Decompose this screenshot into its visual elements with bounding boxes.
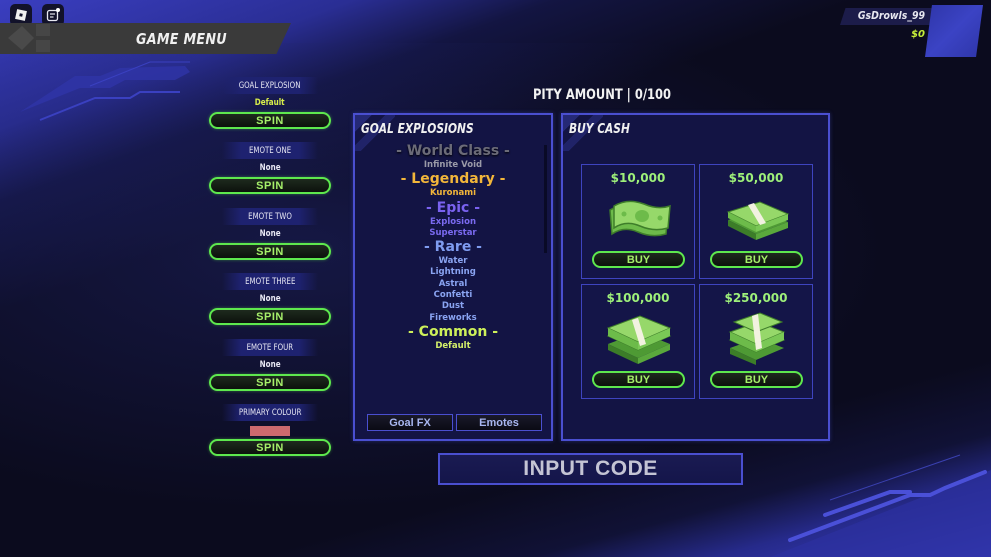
cash-offer: $50,000 BUY xyxy=(699,164,813,279)
cash-offer: $100,000 BUY xyxy=(581,284,695,399)
slot-value-text: Default xyxy=(255,97,285,108)
rarity-tier-heading: - Epic - xyxy=(425,199,481,216)
slot-value: None xyxy=(208,356,332,373)
panel-title: BUY CASH xyxy=(569,122,630,137)
slot-label: EMOTE ONE xyxy=(248,145,292,156)
buy-cash-panel: BUY CASH $10,000 BUY $50,000 BUY $100,00… xyxy=(561,113,830,441)
cash-pile-icon xyxy=(728,312,786,365)
avatar[interactable] xyxy=(925,5,983,57)
goal-explosion-item[interactable]: Infinite Void xyxy=(355,160,551,171)
goal-explosion-item[interactable]: Astral xyxy=(355,279,551,290)
game-menu-title: GAME MENU xyxy=(136,30,227,48)
goal-explosion-item[interactable]: Water xyxy=(355,256,551,267)
user-cash: $0 xyxy=(911,29,925,40)
spin-button[interactable]: SPIN xyxy=(209,112,331,129)
cash-stack-icon xyxy=(726,201,790,240)
slot-value-text: None xyxy=(259,359,281,370)
panel-title: GOAL EXPLOSIONS xyxy=(361,122,474,137)
buy-button[interactable]: BUY xyxy=(710,371,803,388)
cash-offer: $10,000 BUY xyxy=(581,164,695,279)
rarity-tier-heading: - World Class - xyxy=(396,143,510,159)
pity-amount: PITY AMOUNT | 0/100 xyxy=(533,87,671,103)
cash-price: $250,000 xyxy=(724,291,788,305)
goal-explosion-item[interactable]: Fireworks xyxy=(355,313,551,324)
slot-primary-colour: PRIMARY COLOUR SPIN xyxy=(208,404,332,456)
slot-label: EMOTE TWO xyxy=(248,211,292,222)
cash-price: $100,000 xyxy=(606,291,670,305)
goal-explosions-panel: GOAL EXPLOSIONS - World Class - Infinite … xyxy=(353,113,553,441)
slot-value-text: None xyxy=(259,162,281,173)
spin-button[interactable]: SPIN xyxy=(209,374,331,391)
goal-explosion-item[interactable]: Default xyxy=(355,341,551,352)
slot-emote-four: EMOTE FOUR None SPIN xyxy=(208,339,332,391)
decor-circuit-bottom-right xyxy=(770,454,991,557)
rarity-tier-heading: - Rare - xyxy=(424,239,482,256)
slot-emote-two: EMOTE TWO None SPIN xyxy=(208,208,332,260)
slot-label: EMOTE FOUR xyxy=(246,342,294,353)
slot-label-bar: GOAL EXPLOSION xyxy=(222,77,318,94)
goal-explosion-item[interactable]: Explosion xyxy=(355,217,551,228)
buy-button[interactable]: BUY xyxy=(592,251,685,268)
rarity-tier-heading: - Legendary - xyxy=(400,171,506,188)
slot-emote-three: EMOTE THREE None SPIN xyxy=(208,273,332,325)
username: GsDrowls_99 xyxy=(857,9,925,22)
slot-value xyxy=(208,421,332,438)
buy-button[interactable]: BUY xyxy=(710,251,803,268)
goal-explosion-item[interactable]: Kuronami xyxy=(355,188,551,199)
decor-circuit-top-left xyxy=(20,61,190,121)
slot-label: PRIMARY COLOUR xyxy=(238,407,302,418)
spin-button[interactable]: SPIN xyxy=(209,439,331,456)
goal-explosion-item[interactable]: Confetti xyxy=(355,290,551,301)
slot-value: None xyxy=(208,225,332,242)
slot-label-bar: EMOTE TWO xyxy=(222,208,318,225)
buy-button[interactable]: BUY xyxy=(592,371,685,388)
spin-button[interactable]: SPIN xyxy=(209,308,331,325)
slot-value: None xyxy=(208,290,332,307)
cash-price: $10,000 xyxy=(610,171,666,185)
slot-value-text: None xyxy=(259,293,281,304)
spin-button[interactable]: SPIN xyxy=(209,243,331,260)
slot-value: Default xyxy=(208,94,332,111)
slot-label-bar: EMOTE FOUR xyxy=(222,339,318,356)
slot-label: GOAL EXPLOSION xyxy=(239,80,301,91)
primary-colour-swatch xyxy=(250,426,290,436)
cash-price: $50,000 xyxy=(728,171,784,185)
goal-explosion-item[interactable]: Dust xyxy=(355,301,551,312)
input-code-button[interactable]: INPUT CODE xyxy=(438,453,743,485)
cash-bill-icon xyxy=(609,200,671,237)
slot-label: EMOTE THREE xyxy=(244,276,296,287)
rarity-tier-heading: - Common - xyxy=(407,323,499,340)
goal-explosion-item[interactable]: Lightning xyxy=(355,267,551,278)
slot-label-bar: PRIMARY COLOUR xyxy=(222,404,318,421)
cash-stacks-icon xyxy=(606,315,672,364)
tab-goal-fx[interactable]: Goal FX xyxy=(367,414,453,431)
slot-emote-one: EMOTE ONE None SPIN xyxy=(208,142,332,194)
goal-explosions-list[interactable]: - World Class - Infinite Void - Legendary … xyxy=(355,143,551,352)
menu-logo-icon xyxy=(8,24,50,52)
tab-emotes[interactable]: Emotes xyxy=(456,414,542,431)
slot-label-bar: EMOTE ONE xyxy=(222,142,318,159)
spin-button[interactable]: SPIN xyxy=(209,177,331,194)
slot-value: None xyxy=(208,159,332,176)
slot-value-text: None xyxy=(259,228,281,239)
slot-goal-explosion: GOAL EXPLOSION Default SPIN xyxy=(208,77,332,129)
goal-explosion-item[interactable]: Superstar xyxy=(355,228,551,239)
cash-offer: $250,000 BUY xyxy=(699,284,813,399)
scrollbar[interactable] xyxy=(544,145,547,253)
slot-label-bar: EMOTE THREE xyxy=(222,273,318,290)
